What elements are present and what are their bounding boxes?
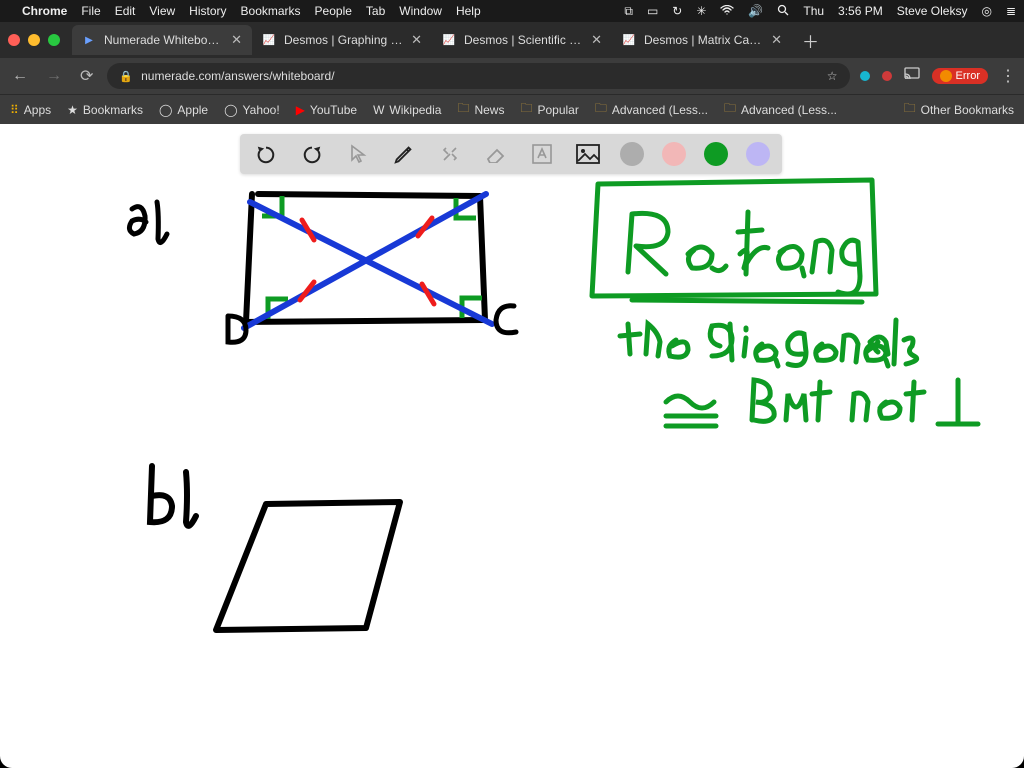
timemachine-icon[interactable]: ↻ (672, 4, 682, 18)
pointer-tool[interactable] (344, 140, 372, 168)
reload-button[interactable]: ⟳ (76, 62, 97, 90)
text-tool[interactable] (528, 140, 556, 168)
bookmark-advanced-2[interactable]: 🗀Advanced (Less... (724, 99, 837, 120)
tab-close-icon[interactable]: ✕ (771, 32, 782, 48)
window-minimize[interactable] (28, 34, 40, 46)
desmos-favicon: 📈 (442, 33, 456, 47)
menu-help[interactable]: Help (456, 4, 481, 18)
tab-desmos-graphing[interactable]: 📈 Desmos | Graphing Calculator ✕ (252, 25, 432, 55)
chrome-menu-icon[interactable]: ⋮ (1000, 66, 1016, 86)
tab-title: Desmos | Graphing Calculator (284, 33, 403, 47)
tab-close-icon[interactable]: ✕ (411, 32, 422, 48)
menu-people[interactable]: People (315, 4, 352, 18)
extension-icon-1[interactable] (860, 71, 870, 81)
bookmark-bookmarks[interactable]: ★Bookmarks (67, 103, 143, 117)
desmos-favicon: 📈 (622, 33, 636, 47)
apps-icon: ⠿ (10, 103, 19, 117)
image-tool[interactable] (574, 140, 602, 168)
siri-icon[interactable]: ◎ (981, 4, 991, 18)
screenrecord-icon[interactable]: ⧉ (624, 4, 633, 19)
undo-button[interactable] (252, 140, 280, 168)
tab-title: Desmos | Matrix Calculator (644, 33, 763, 47)
bookmark-other[interactable]: 🗀Other Bookmarks (904, 99, 1014, 120)
tab-numerade-whiteboard[interactable]: ▶ Numerade Whiteboard ✕ (72, 25, 252, 55)
menu-tab[interactable]: Tab (366, 4, 385, 18)
menu-history[interactable]: History (189, 4, 226, 18)
bookmark-yahoo[interactable]: ◯Yahoo! (224, 103, 280, 117)
desmos-favicon: 📈 (262, 33, 276, 47)
menu-file[interactable]: File (81, 4, 100, 18)
search-icon[interactable] (777, 4, 789, 19)
profile-error-label: Error (956, 70, 980, 82)
color-swatch-grey[interactable] (620, 142, 644, 166)
pencil-tool[interactable] (390, 140, 418, 168)
chrome-toolbar: ← → ⟳ 🔒 numerade.com/answers/whiteboard/… (0, 58, 1024, 94)
profile-error-badge[interactable]: Error (932, 68, 988, 84)
menu-edit[interactable]: Edit (115, 4, 136, 18)
folder-icon: 🗀 (520, 99, 532, 120)
bookmark-news[interactable]: 🗀News (457, 99, 504, 120)
bookmark-youtube[interactable]: ▶YouTube (296, 103, 357, 117)
bookmark-wikipedia[interactable]: WWikipedia (373, 103, 441, 117)
bookmarks-bar: ⠿Apps ★Bookmarks ◯Apple ◯Yahoo! ▶YouTube… (0, 94, 1024, 124)
whiteboard-toolbar (240, 134, 782, 174)
whiteboard-canvas[interactable] (0, 124, 1024, 768)
ring-icon: ◯ (159, 103, 172, 117)
tab-close-icon[interactable]: ✕ (591, 32, 602, 48)
wifi-icon[interactable] (720, 4, 734, 18)
window-maximize[interactable] (48, 34, 60, 46)
macos-menubar: Chrome File Edit View History Bookmarks … (0, 0, 1024, 22)
lock-icon[interactable]: 🔒 (119, 70, 133, 83)
menu-view[interactable]: View (149, 4, 175, 18)
window-close[interactable] (8, 34, 20, 46)
volume-icon[interactable]: 🔊 (748, 4, 763, 18)
eraser-tool[interactable] (482, 140, 510, 168)
bluetooth-icon[interactable]: ✳ (696, 4, 706, 18)
redo-button[interactable] (298, 140, 326, 168)
ring-icon: ◯ (224, 103, 237, 117)
drawing-layer (0, 124, 1024, 768)
forward-button[interactable]: → (42, 63, 66, 89)
menu-window[interactable]: Window (399, 4, 442, 18)
folder-icon: 🗀 (904, 99, 916, 120)
menubar-time[interactable]: 3:56 PM (838, 4, 883, 18)
bookmark-star-icon[interactable]: ☆ (827, 69, 838, 83)
tab-desmos-scientific[interactable]: 📈 Desmos | Scientific Calculator ✕ (432, 25, 612, 55)
cast-icon[interactable] (904, 67, 920, 85)
tab-desmos-matrix[interactable]: 📈 Desmos | Matrix Calculator ✕ (612, 25, 792, 55)
star-icon: ★ (67, 103, 78, 117)
color-swatch-pink[interactable] (662, 142, 686, 166)
menubar-day[interactable]: Thu (803, 4, 824, 18)
display-icon[interactable]: ▭ (647, 4, 658, 18)
numerade-favicon: ▶ (82, 33, 96, 47)
bookmark-popular[interactable]: 🗀Popular (520, 99, 578, 120)
url-text: numerade.com/answers/whiteboard/ (141, 69, 819, 83)
folder-icon: 🗀 (595, 99, 607, 120)
folder-icon: 🗀 (724, 99, 736, 120)
address-bar[interactable]: 🔒 numerade.com/answers/whiteboard/ ☆ (107, 63, 849, 89)
active-app-name[interactable]: Chrome (22, 4, 67, 18)
bookmark-apple[interactable]: ◯Apple (159, 103, 208, 117)
tab-title: Numerade Whiteboard (104, 33, 223, 47)
chrome-tabstrip: ▶ Numerade Whiteboard ✕ 📈 Desmos | Graph… (0, 22, 1024, 58)
window-controls (8, 34, 60, 46)
new-tab-button[interactable]: ＋ (792, 28, 829, 53)
color-swatch-green[interactable] (704, 142, 728, 166)
bookmark-advanced-1[interactable]: 🗀Advanced (Less... (595, 99, 708, 120)
bookmark-apps[interactable]: ⠿Apps (10, 103, 51, 117)
youtube-icon: ▶ (296, 103, 305, 117)
color-swatch-violet[interactable] (746, 142, 770, 166)
notification-center-icon[interactable]: ≣ (1006, 4, 1016, 18)
wikipedia-icon: W (373, 103, 384, 117)
tab-title: Desmos | Scientific Calculator (464, 33, 583, 47)
folder-icon: 🗀 (457, 99, 469, 120)
window-corner-mask (0, 744, 1024, 768)
tab-close-icon[interactable]: ✕ (231, 32, 242, 48)
back-button[interactable]: ← (8, 63, 32, 89)
menubar-user[interactable]: Steve Oleksy (897, 4, 968, 18)
menu-bookmarks[interactable]: Bookmarks (241, 4, 301, 18)
tools-settings[interactable] (436, 140, 464, 168)
extension-icon-2[interactable] (882, 71, 892, 81)
